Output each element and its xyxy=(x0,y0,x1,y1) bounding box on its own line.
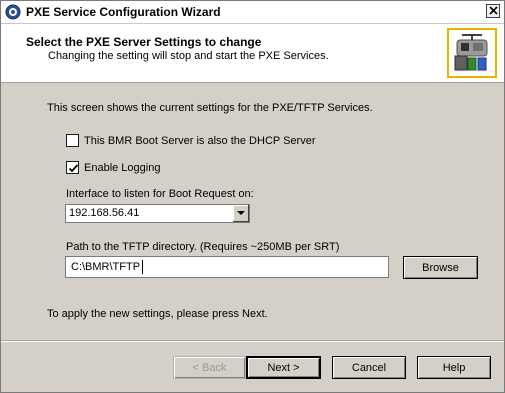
interface-label: Interface to listen for Boot Request on: xyxy=(66,188,254,200)
checkmark-icon xyxy=(68,164,79,173)
back-button[interactable]: < Back xyxy=(173,356,246,379)
logging-checkbox-label[interactable]: Enable Logging xyxy=(84,162,160,174)
wizard-header: Select the PXE Server Settings to change… xyxy=(1,24,504,83)
next-button[interactable]: Next > xyxy=(246,356,321,379)
window-title: PXE Service Configuration Wizard xyxy=(26,5,221,19)
page-subtitle: Changing the setting will stop and start… xyxy=(48,50,329,62)
close-button[interactable] xyxy=(486,4,500,18)
footer-divider xyxy=(1,340,504,342)
wizard-gear-icon xyxy=(5,4,21,20)
tftp-path-input[interactable]: C:\BMR\TFTP xyxy=(65,256,389,278)
combo-dropdown-button[interactable] xyxy=(232,205,249,222)
apply-note: To apply the new settings, please press … xyxy=(47,308,268,320)
interface-value: 192.168.56.41 xyxy=(69,207,140,219)
path-label: Path to the TFTP directory. (Requires ~2… xyxy=(66,241,340,253)
tftp-path-value: C:\BMR\TFTP xyxy=(71,261,141,273)
page-title: Select the PXE Server Settings to change xyxy=(26,35,262,49)
title-bar[interactable]: PXE Service Configuration Wizard xyxy=(1,1,504,24)
browse-button[interactable]: Browse xyxy=(403,256,478,279)
chevron-down-icon xyxy=(237,211,245,215)
close-icon xyxy=(488,2,498,20)
interface-select[interactable]: 192.168.56.41 xyxy=(65,204,250,223)
network-server-icon xyxy=(447,28,497,78)
intro-text: This screen shows the current settings f… xyxy=(47,102,373,114)
wizard-window: PXE Service Configuration Wizard Select … xyxy=(0,0,505,393)
help-button[interactable]: Help xyxy=(417,356,491,379)
dhcp-checkbox-label[interactable]: This BMR Boot Server is also the DHCP Se… xyxy=(84,135,315,147)
dhcp-checkbox[interactable] xyxy=(66,134,79,147)
logging-checkbox[interactable] xyxy=(66,161,79,174)
cancel-button[interactable]: Cancel xyxy=(332,356,406,379)
text-caret xyxy=(142,260,143,274)
